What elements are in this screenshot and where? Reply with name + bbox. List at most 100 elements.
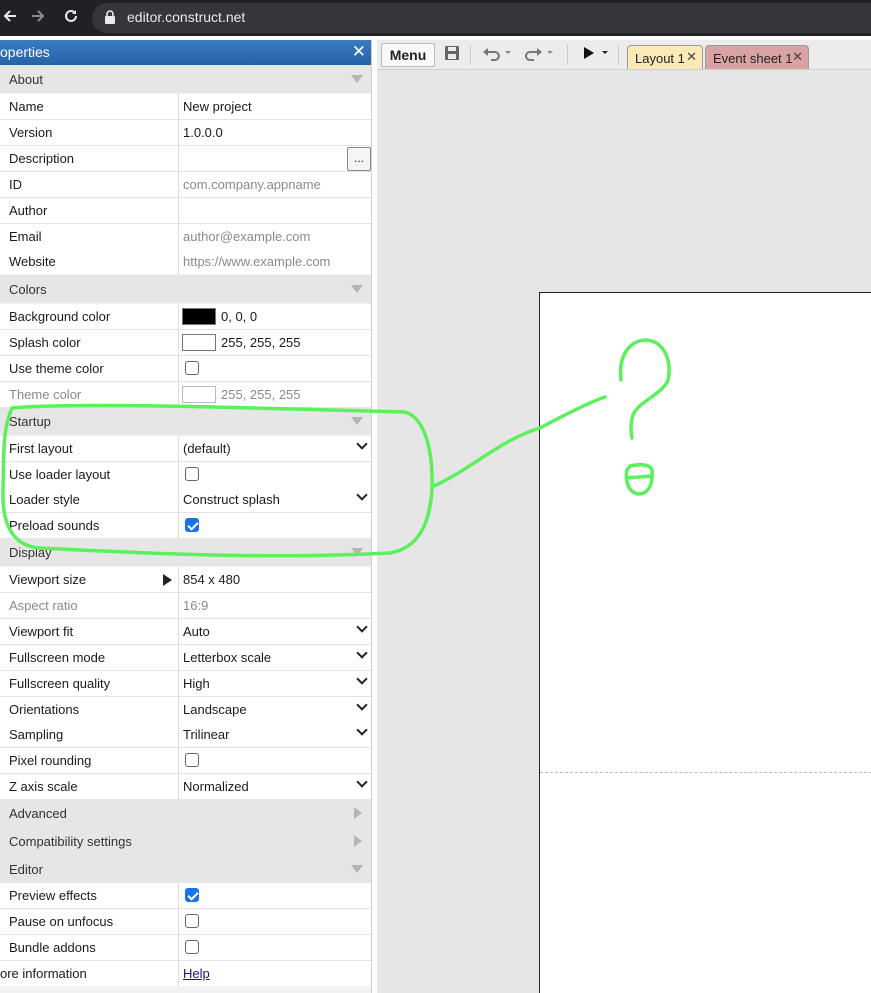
prop-label: Fullscreen quality [9, 676, 111, 691]
splash-color-picker[interactable]: 255, 255, 255 [178, 330, 371, 355]
panel-header: operties ✕ [0, 40, 371, 65]
background-color-picker[interactable]: 0, 0, 0 [178, 304, 371, 329]
section-display[interactable]: Display [0, 538, 371, 566]
expand-icon[interactable] [163, 574, 172, 586]
prop-label: Preview effects [9, 888, 97, 903]
section-advanced[interactable]: Advanced [0, 799, 371, 827]
prop-orientations: Orientations Landscape [0, 697, 371, 723]
section-label: About [9, 72, 43, 87]
back-arrow-icon[interactable] [0, 8, 20, 28]
prop-pixel-rounding: Pixel rounding [0, 748, 371, 774]
chevron-down-icon [356, 699, 368, 711]
prop-more-information: ore information Help [0, 961, 371, 987]
chevron-down-icon [356, 673, 368, 685]
prop-label: Fullscreen mode [9, 650, 106, 665]
color-swatch[interactable] [182, 308, 216, 325]
description-edit-button[interactable]: ... [347, 147, 371, 171]
play-icon[interactable] [582, 45, 612, 65]
prop-email: Email author@example.com [0, 224, 371, 250]
section-colors[interactable]: Colors [0, 275, 371, 303]
use-theme-color-checkbox[interactable] [185, 361, 199, 375]
name-input[interactable]: New project [178, 94, 371, 119]
prop-bundle-addons: Bundle addons [0, 935, 371, 961]
section-compatibility[interactable]: Compatibility settings [0, 827, 371, 855]
prop-website: Website https://www.example.com [0, 249, 371, 275]
prop-label: ore information [0, 966, 87, 981]
viewport-size-value[interactable]: 854 x 480 [178, 567, 371, 592]
prop-use-loader-layout: Use loader layout [0, 462, 371, 488]
fullscreen-quality-select[interactable]: High [178, 671, 371, 696]
author-input[interactable] [178, 198, 371, 223]
prop-preview-effects: Preview effects [0, 883, 371, 909]
pixel-rounding-checkbox[interactable] [185, 753, 199, 767]
prop-theme-color: Theme color 255, 255, 255 [0, 382, 371, 408]
tab-layout-1[interactable]: Layout 1 ✕ [627, 45, 703, 69]
preload-sounds-checkbox[interactable] [185, 518, 199, 532]
section-startup[interactable]: Startup [0, 407, 371, 435]
prop-splash-color: Splash color 255, 255, 255 [0, 330, 371, 356]
section-about[interactable]: About [0, 65, 371, 93]
prop-fullscreen-mode: Fullscreen mode Letterbox scale [0, 645, 371, 671]
prop-name: Name New project [0, 94, 371, 120]
id-input[interactable]: com.company.appname [178, 172, 371, 197]
undo-icon[interactable] [482, 45, 512, 65]
chevron-down-icon [356, 621, 368, 633]
prop-z-axis-scale: Z axis scale Normalized [0, 774, 371, 800]
prop-sampling: Sampling Trilinear [0, 722, 371, 748]
bundle-addons-checkbox[interactable] [185, 940, 199, 954]
properties-panel: operties ✕ About Name New project Versio… [0, 40, 372, 993]
pause-on-unfocus-checkbox[interactable] [185, 914, 199, 928]
forward-arrow-icon[interactable] [28, 8, 48, 28]
section-label: Editor [9, 862, 43, 877]
prop-label: Viewport size [9, 572, 87, 587]
collapse-icon [351, 417, 363, 425]
help-link[interactable]: Help [183, 966, 210, 981]
email-input[interactable]: author@example.com [178, 224, 371, 249]
prop-label: Description [9, 151, 75, 166]
close-icon[interactable]: ✕ [352, 42, 366, 62]
prop-label: Splash color [9, 335, 81, 350]
first-layout-select[interactable]: (default) [178, 436, 371, 461]
sampling-select[interactable]: Trilinear [178, 722, 371, 747]
tab-event-sheet-1[interactable]: Event sheet 1 ✕ [705, 45, 809, 69]
website-input[interactable]: https://www.example.com [178, 249, 371, 274]
fullscreen-mode-select[interactable]: Letterbox scale [178, 645, 371, 670]
chevron-down-icon [356, 776, 368, 788]
prop-label: Name [9, 99, 44, 114]
theme-color-picker: 255, 255, 255 [178, 382, 371, 407]
section-editor[interactable]: Editor [0, 855, 371, 883]
url-text[interactable]: editor.construct.net [127, 9, 245, 25]
prop-author: Author [0, 198, 371, 224]
save-icon[interactable] [444, 45, 460, 65]
redo-icon[interactable] [524, 45, 554, 65]
prop-label: Email [9, 229, 42, 244]
prop-label: Viewport fit [9, 624, 74, 639]
description-input[interactable]: ... [178, 146, 371, 171]
expand-icon [354, 835, 362, 847]
close-icon[interactable]: ✕ [686, 50, 697, 65]
collapse-icon [351, 865, 363, 873]
version-input[interactable]: 1.0.0.0 [178, 120, 371, 145]
preview-effects-checkbox[interactable] [185, 888, 199, 902]
prop-label: ID [9, 177, 22, 192]
viewport-fit-select[interactable]: Auto [178, 619, 371, 644]
prop-id: ID com.company.appname [0, 172, 371, 198]
section-label: Advanced [9, 806, 67, 821]
z-axis-scale-select[interactable]: Normalized [178, 774, 371, 799]
orientations-select[interactable]: Landscape [178, 697, 371, 722]
prop-label: Loader style [9, 492, 80, 507]
loader-style-select[interactable]: Construct splash [178, 487, 371, 512]
use-loader-layout-checkbox[interactable] [185, 467, 199, 481]
close-icon[interactable]: ✕ [792, 50, 803, 65]
prop-first-layout: First layout (default) [0, 436, 371, 462]
prop-label: First layout [9, 441, 73, 456]
section-label: Compatibility settings [9, 834, 132, 849]
reload-icon[interactable] [61, 8, 81, 28]
prop-label: Website [9, 254, 56, 269]
color-swatch[interactable] [182, 334, 216, 351]
menu-button[interactable]: Menu [381, 43, 435, 67]
chevron-down-icon [356, 724, 368, 736]
prop-viewport-fit: Viewport fit Auto [0, 619, 371, 645]
layout-canvas[interactable] [539, 292, 871, 993]
prop-version: Version 1.0.0.0 [0, 120, 371, 146]
